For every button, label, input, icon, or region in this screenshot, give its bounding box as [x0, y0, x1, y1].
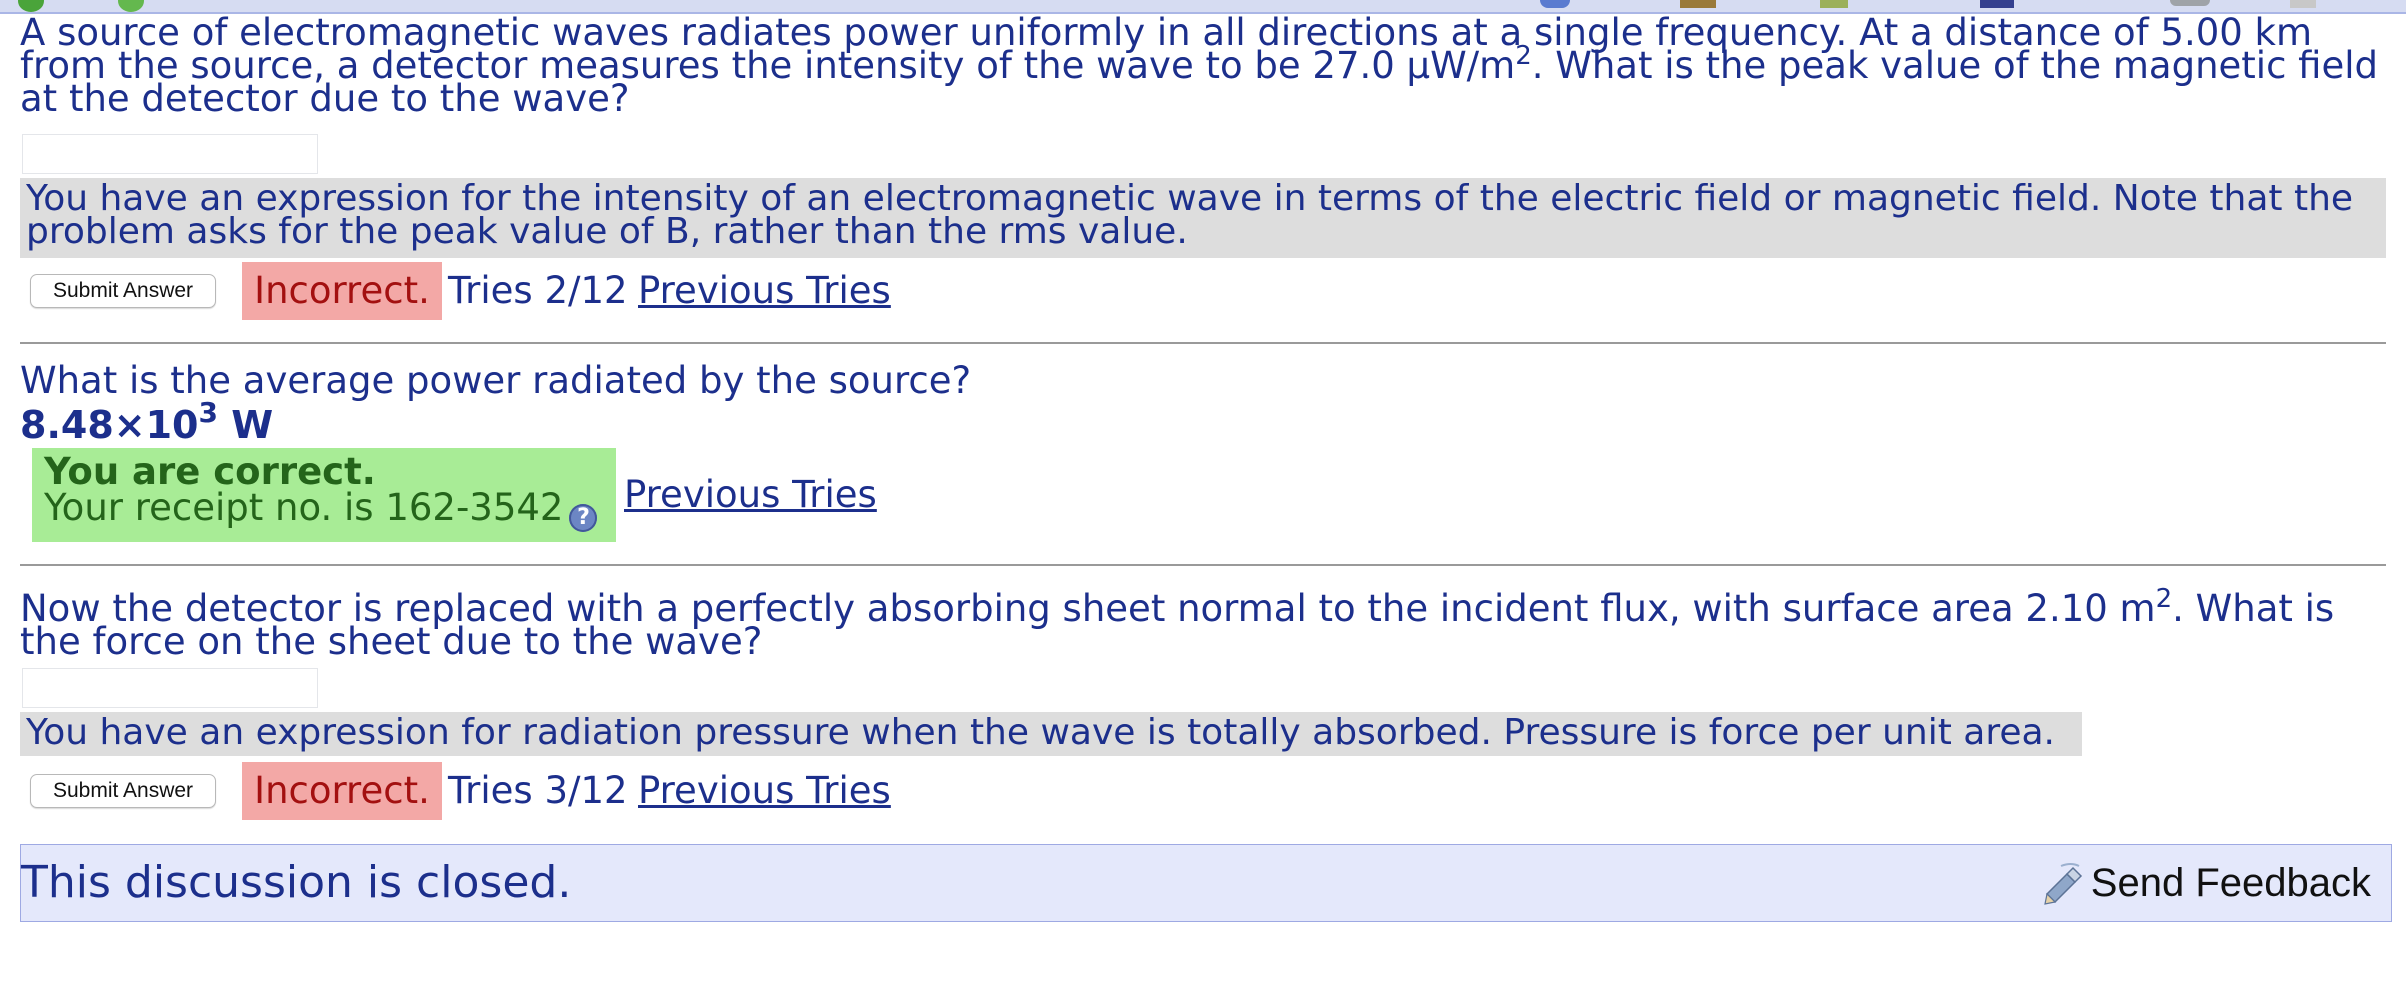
- send-feedback-link[interactable]: Send Feedback: [2041, 859, 2371, 907]
- previous-tries-link[interactable]: Previous Tries: [624, 466, 877, 524]
- previous-tries-link[interactable]: Previous Tries: [638, 262, 891, 320]
- toolbar-icon[interactable]: [2170, 0, 2210, 6]
- answer-input-part-1[interactable]: [22, 134, 318, 174]
- divider: [20, 564, 2386, 566]
- problem-page: A source of electromagnetic waves radiat…: [0, 0, 2406, 1002]
- submitted-answer: 8.48×103 W: [20, 396, 274, 448]
- discussion-bar: This discussion is closed. Send Feedback: [20, 844, 2392, 922]
- submit-answer-button-part-1[interactable]: Submit Answer: [30, 274, 216, 308]
- question-part-2: What is the average power radiated by th…: [20, 359, 972, 402]
- status-badge-incorrect: Incorrect.: [242, 262, 442, 320]
- previous-tries-link[interactable]: Previous Tries: [638, 762, 891, 820]
- question-mark-icon[interactable]: ?: [569, 504, 598, 532]
- tries-count: Tries 2/12: [448, 269, 628, 312]
- send-feedback-label: Send Feedback: [2090, 861, 2371, 905]
- receipt-number: Your receipt no. is 162-3542?: [44, 489, 604, 532]
- tries-count: Tries 3/12: [448, 769, 628, 812]
- question-part-3: Now the detector is replaced with a perf…: [20, 584, 2335, 663]
- correct-feedback-box: You are correct. Your receipt no. is 162…: [32, 448, 616, 542]
- hint-part-1: You have an expression for the intensity…: [20, 178, 2386, 258]
- toolbar-icon[interactable]: [1980, 0, 2014, 8]
- pencil-paper-icon: [2044, 863, 2082, 905]
- toolbar-icon[interactable]: [1540, 0, 1570, 8]
- toolbar-icon[interactable]: [1680, 0, 1716, 8]
- answer-input-part-3[interactable]: [22, 668, 318, 708]
- question-part-1: A source of electromagnetic waves radiat…: [20, 11, 2379, 120]
- status-badge-incorrect: Incorrect.: [242, 762, 442, 820]
- discussion-closed-text: This discussion is closed.: [21, 857, 572, 908]
- divider: [20, 342, 2386, 344]
- toolbar-icon[interactable]: [1820, 0, 1848, 8]
- toolbar-icon[interactable]: [2290, 0, 2316, 8]
- hint-part-3: You have an expression for radiation pre…: [20, 712, 2082, 756]
- correct-title: You are correct.: [44, 450, 376, 493]
- submit-answer-button-part-3[interactable]: Submit Answer: [30, 774, 216, 808]
